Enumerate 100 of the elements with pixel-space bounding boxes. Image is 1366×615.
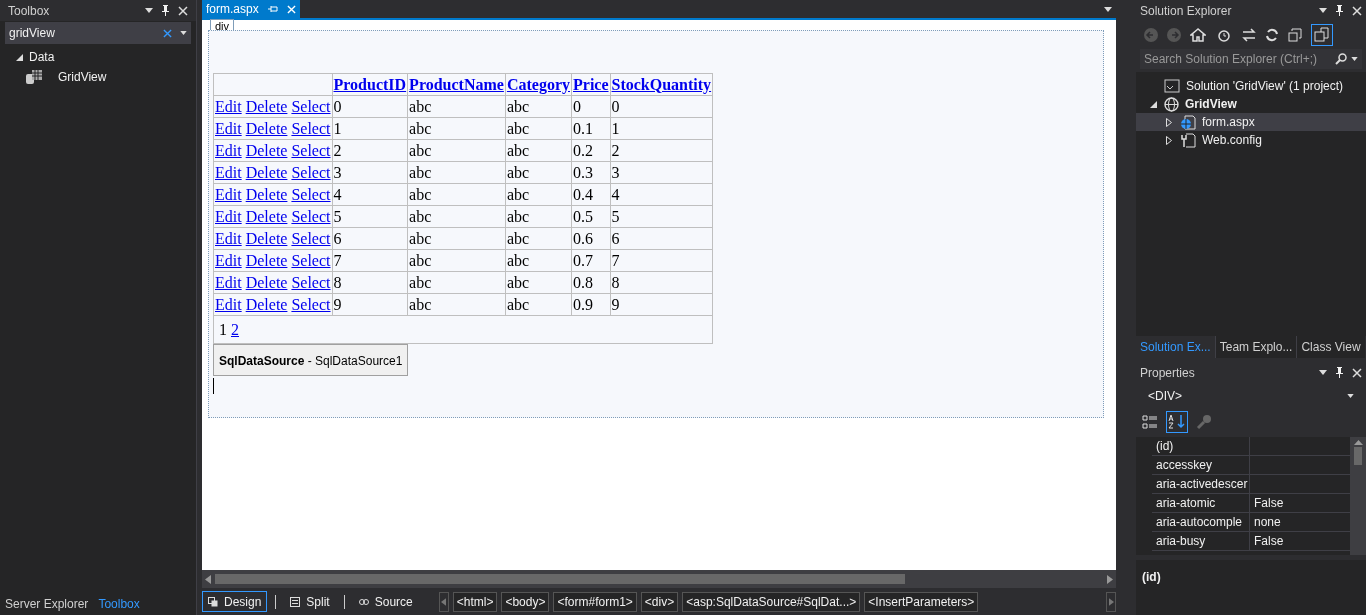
table-cell: 1 (610, 117, 713, 140)
row-action-link[interactable]: Delete (245, 251, 288, 269)
close-icon[interactable] (1352, 367, 1362, 378)
row-action-link[interactable]: Select (291, 119, 331, 137)
row-action-link[interactable]: Select (291, 207, 331, 225)
panel-tab[interactable]: Team Explo... (1214, 336, 1297, 358)
view-tab[interactable]: Source (352, 591, 419, 612)
panel-tab[interactable]: Server Explorer (0, 593, 94, 615)
key-icon[interactable] (1196, 414, 1212, 430)
expanded-arrow-icon[interactable] (1150, 100, 1157, 108)
property-value: False (1253, 495, 1285, 512)
row-action-link[interactable]: Delete (245, 185, 288, 203)
row-action-link[interactable]: Select (291, 295, 331, 313)
row-action-link[interactable]: Delete (245, 207, 288, 225)
categorized-icon[interactable] (1142, 414, 1158, 430)
object-selector[interactable]: <DIV> (1136, 385, 1366, 407)
scrollbar-thumb[interactable] (1354, 447, 1362, 465)
breadcrumb-tag[interactable]: <div> (640, 591, 679, 612)
close-icon[interactable] (178, 5, 188, 16)
row-action-link[interactable]: Select (291, 251, 331, 269)
breadcrumb-tag[interactable]: <InsertParameters> (864, 591, 979, 612)
row-action-link[interactable]: Delete (245, 163, 288, 181)
row-action-link[interactable]: Edit (215, 141, 242, 159)
scroll-right-icon[interactable] (1107, 574, 1113, 584)
row-action-link[interactable]: Delete (245, 229, 288, 247)
tree-item[interactable]: Solution 'GridView' (1 project) (1136, 77, 1366, 95)
home-icon[interactable] (1190, 28, 1206, 42)
tree-item[interactable]: GridView (1136, 95, 1366, 113)
breadcrumb-tag[interactable]: <asp:SqlDataSource#SqlDat...> (682, 591, 861, 612)
row-action-link[interactable]: Edit (215, 207, 242, 225)
tree-item[interactable]: Web.config (1136, 131, 1366, 149)
row-action-link[interactable]: Select (291, 185, 331, 203)
scrollbar-thumb[interactable] (215, 574, 905, 584)
breadcrumb-tag[interactable]: <body> (501, 591, 550, 612)
search-box[interactable]: Search Solution Explorer (Ctrl+;) (1140, 49, 1362, 69)
row-action-link[interactable]: Select (291, 141, 331, 159)
pin-icon[interactable] (1335, 5, 1344, 16)
scrollbar[interactable] (1350, 437, 1366, 555)
collapse-icon[interactable] (1288, 28, 1302, 42)
close-icon[interactable] (1352, 5, 1362, 16)
panel-tab[interactable]: Class View (1296, 336, 1365, 358)
search-box[interactable]: gridView (5, 22, 191, 44)
dropdown-icon[interactable] (1319, 8, 1327, 13)
dropdown-icon[interactable] (1351, 57, 1358, 61)
expanded-arrow-icon[interactable] (16, 53, 23, 61)
view-tab[interactable]: Split (284, 591, 336, 612)
row-action-link[interactable]: Edit (215, 229, 242, 247)
row-action-link[interactable]: Delete (245, 119, 288, 137)
row-action-link[interactable]: Select (291, 273, 331, 291)
table-cell: 4 (610, 183, 713, 206)
row-action-link[interactable]: Delete (245, 273, 288, 291)
sync-icon[interactable] (1242, 28, 1256, 42)
collapsed-arrow-icon[interactable] (1166, 117, 1172, 127)
breadcrumb-tag[interactable]: <html> (452, 591, 498, 612)
clear-icon[interactable] (163, 28, 172, 38)
dropdown-icon[interactable] (1319, 370, 1327, 375)
scroll-right-button[interactable] (1106, 591, 1116, 612)
row-action-link[interactable]: Select (291, 97, 331, 115)
sort-alphabetical-icon[interactable] (1166, 411, 1188, 433)
table-cell: abc (407, 95, 506, 118)
table-cell: abc (505, 249, 572, 272)
pin-icon[interactable] (161, 5, 170, 16)
search-field[interactable]: gridView (9, 24, 155, 42)
dropdown-icon[interactable] (1104, 6, 1112, 12)
table-cell: 2 (610, 139, 713, 162)
pin-icon[interactable] (1335, 367, 1344, 378)
row-action-link[interactable]: Edit (215, 295, 242, 313)
row-action-link[interactable]: Edit (215, 163, 242, 181)
search-icon[interactable] (1335, 53, 1347, 65)
view-tab[interactable]: Design (202, 591, 268, 612)
scroll-left-icon[interactable] (205, 574, 211, 584)
tree-item[interactable]: form.aspx (1136, 113, 1366, 131)
row-action-link[interactable]: Edit (215, 119, 242, 137)
table-cell: abc (505, 117, 572, 140)
row-action-link[interactable]: Delete (245, 97, 288, 115)
row-action-link[interactable]: Edit (215, 185, 242, 203)
row-action-link[interactable]: Edit (215, 273, 242, 291)
dropdown-icon[interactable] (145, 8, 153, 13)
scroll-left-button[interactable] (438, 591, 449, 612)
collapsed-arrow-icon[interactable] (1166, 135, 1172, 145)
row-action-link[interactable]: Select (291, 163, 331, 181)
table-cell: 3 (610, 161, 713, 184)
scroll-up-icon[interactable] (1353, 440, 1363, 445)
panel-tab[interactable]: Solution Ex... (1136, 336, 1215, 358)
datasource-control[interactable]: SqlDataSource - SqlDataSource1 (213, 344, 409, 376)
grid-icon (26, 70, 42, 84)
refresh-icon[interactable] (1265, 28, 1279, 42)
search-field[interactable]: Search Solution Explorer (Ctrl+;) (1144, 50, 1331, 68)
row-action-link[interactable]: Edit (215, 251, 242, 269)
breadcrumb-tag[interactable]: <form#form1> (553, 591, 637, 612)
row-action-link[interactable]: Delete (245, 141, 288, 159)
toolbox-group[interactable]: Data (29, 48, 55, 66)
dropdown-icon[interactable] (180, 31, 187, 35)
row-action-link[interactable]: Select (291, 229, 331, 247)
row-action-link[interactable]: Edit (215, 97, 242, 115)
page-link[interactable]: 2 (231, 320, 239, 338)
history-icon[interactable] (1215, 28, 1233, 42)
preview-icon[interactable] (1311, 24, 1333, 46)
row-action-link[interactable]: Delete (245, 295, 288, 313)
toolbox-item[interactable]: GridView (58, 68, 107, 86)
